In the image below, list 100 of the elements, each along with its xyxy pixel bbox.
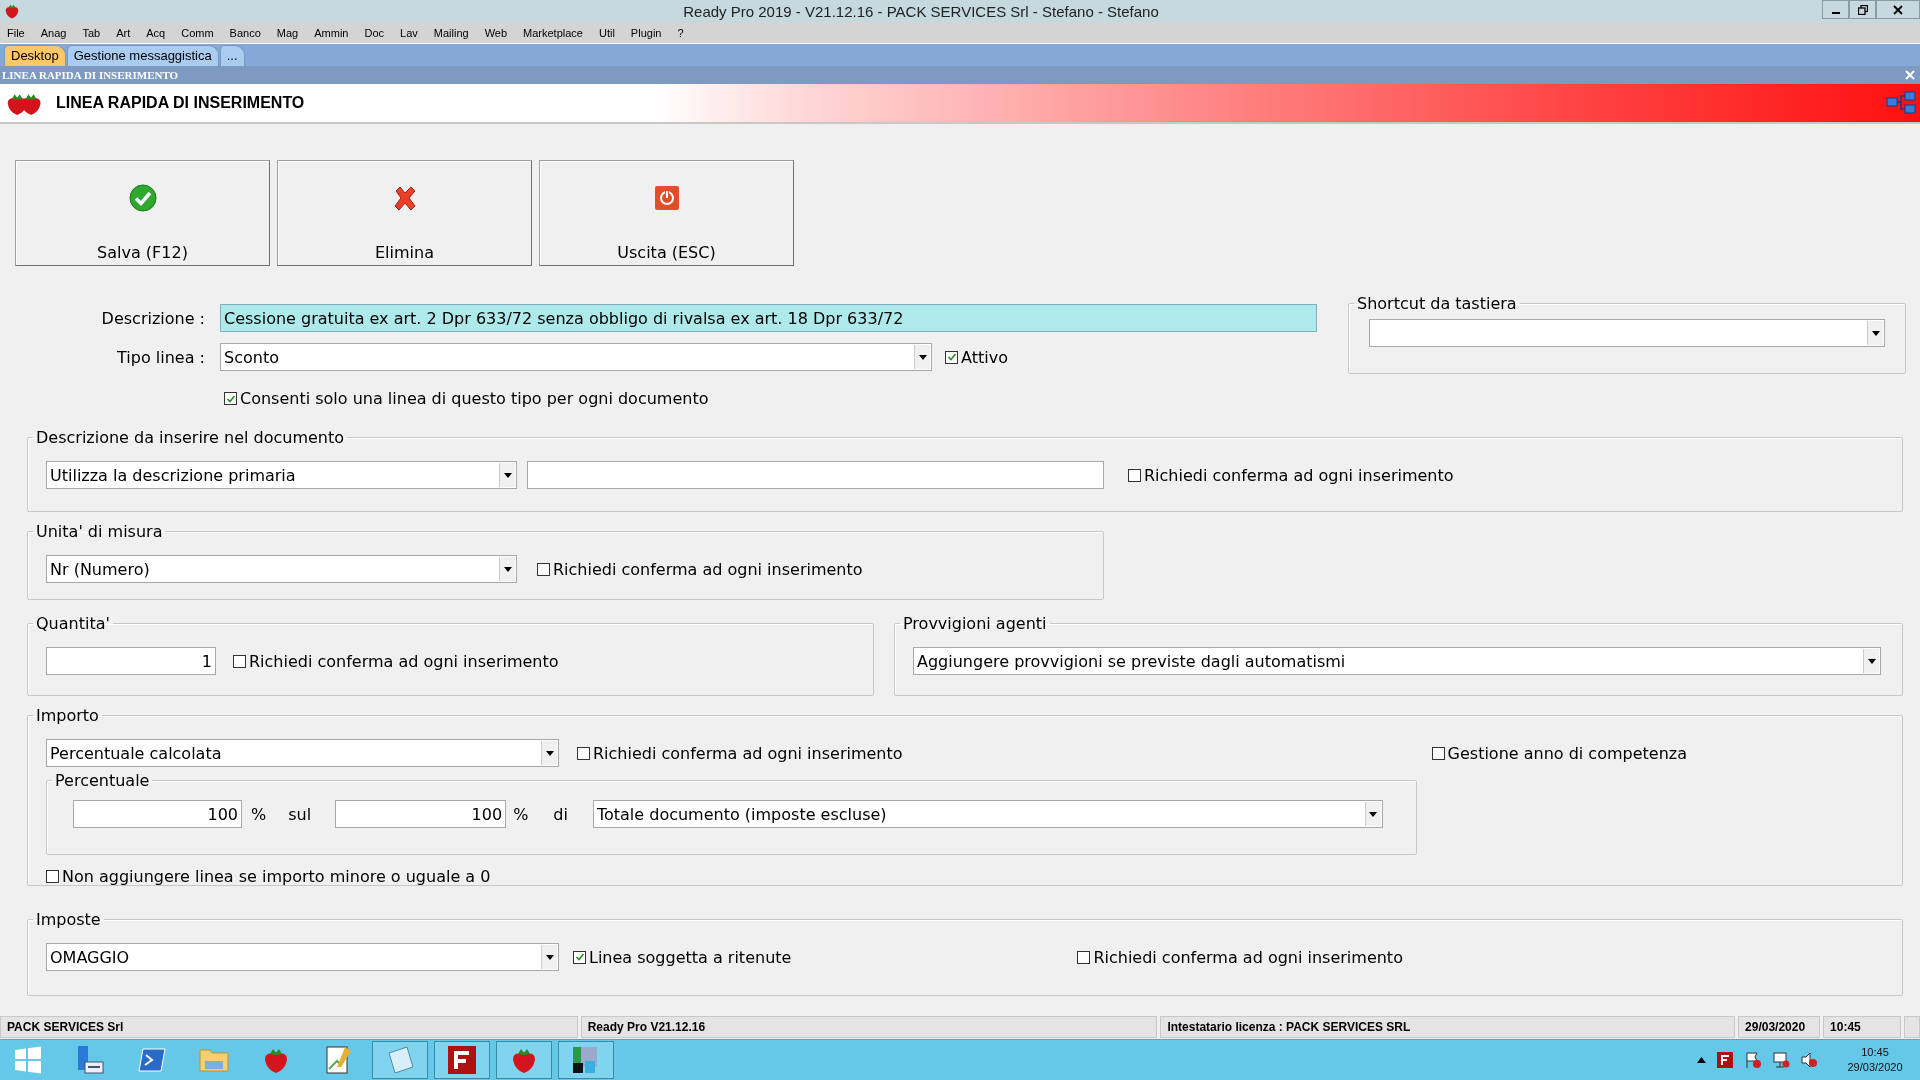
- dropdown[interactable]: Percentuale calcolata: [46, 739, 559, 767]
- menu-item[interactable]: Banco: [221, 26, 269, 39]
- menu-item[interactable]: Marketplace: [515, 26, 591, 39]
- clock-date: 29/03/2020: [1847, 1060, 1903, 1075]
- tab[interactable]: Gestione messaggistica: [66, 45, 219, 66]
- group-title: Unita' di misura: [35, 522, 164, 541]
- menu-item[interactable]: Comm: [173, 26, 222, 39]
- dropdown[interactable]: Totale documento (imposte escluse): [592, 800, 1383, 828]
- checkbox[interactable]: [537, 562, 550, 576]
- menu-item[interactable]: Web: [476, 26, 516, 39]
- menu-item[interactable]: Acq: [138, 26, 174, 39]
- group-title: Quantita': [35, 614, 111, 633]
- menu-item[interactable]: Doc: [356, 26, 392, 39]
- checkbox-label: Consenti solo una linea di questo tipo per ogni documento: [240, 389, 709, 408]
- header-title: LINEA RAPIDA DI INSERIMENTO: [56, 94, 306, 112]
- tab[interactable]: ...: [219, 45, 245, 66]
- percent-sign: %: [251, 804, 267, 824]
- status-text: PACK SERVICES Srl: [0, 1016, 578, 1038]
- checkbox-label: Linea soggetta a ritenute: [589, 947, 792, 967]
- field-label: Tipo linea :: [116, 347, 206, 367]
- dropdown[interactable]: Sconto: [220, 343, 932, 371]
- status-text: Intestatario licenza : PACK SERVICES SRL: [1160, 1016, 1736, 1038]
- group-title: Descrizione da inserire nel documento: [35, 428, 346, 447]
- menu-item[interactable]: Anag: [32, 26, 75, 39]
- window-title: Ready Pro 2019 - V21.12.16 - PACK SERVICES Srl - Stefano - Stefano: [682, 2, 1160, 20]
- field-label: sul: [288, 804, 312, 824]
- minimize-button[interactable]: [1822, 0, 1849, 19]
- checkbox[interactable]: [573, 950, 586, 964]
- menu-item[interactable]: Mag: [268, 26, 307, 39]
- checkbox[interactable]: [224, 392, 237, 405]
- field-label: di: [553, 804, 568, 824]
- text-field[interactable]: Cessione gratuita ex art. 2 Dpr 633/72 senza obbligo di rivalsa ex art. 18 Dpr 633/72: [220, 304, 1317, 332]
- dropdown[interactable]: Utilizza la descrizione primaria: [46, 461, 517, 489]
- checkbox-label: Richiedi conferma ad ogni inserimento: [1144, 465, 1454, 485]
- checkbox-label: Gestione anno di competenza: [1447, 743, 1687, 763]
- menu-item[interactable]: Mailing: [425, 26, 477, 39]
- percent-sign: %: [513, 804, 529, 824]
- status-text: 29/03/2020: [1738, 1016, 1821, 1038]
- ftp-client-icon[interactable]: [1716, 1051, 1734, 1069]
- text-field[interactable]: [527, 461, 1104, 489]
- strawberry-icon: [4, 3, 20, 19]
- caret-icon: [1867, 658, 1876, 664]
- group-title: Provvigioni agenti: [902, 614, 1048, 633]
- group-title: Importo: [35, 706, 100, 725]
- checkbox[interactable]: [1431, 746, 1445, 760]
- speaker-icon[interactable]: [1800, 1051, 1818, 1069]
- dropdown[interactable]: Aggiungere provvigioni se previste dagli automatismi: [913, 647, 1881, 675]
- tree-diagram-icon: [1886, 91, 1916, 115]
- checkbox-label: Attivo: [961, 347, 1008, 367]
- caret-icon: [545, 954, 554, 960]
- toolbar-button[interactable]: Elimina: [277, 160, 532, 266]
- menu-item[interactable]: Util: [590, 26, 623, 39]
- minimize-icon: [1831, 11, 1840, 14]
- caret-icon: [918, 354, 927, 360]
- up-arrow-icon[interactable]: [1697, 1057, 1706, 1063]
- caret-icon: [503, 472, 512, 478]
- checkbox[interactable]: [1128, 468, 1141, 482]
- checkbox-label: Richiedi conferma ad ogni inserimento: [249, 651, 559, 671]
- checkbox[interactable]: [577, 746, 590, 760]
- close-icon: [1893, 4, 1903, 15]
- menu-item[interactable]: Lav: [392, 26, 426, 39]
- restore-button[interactable]: [1849, 0, 1876, 19]
- text-field[interactable]: 100: [73, 800, 242, 828]
- caret-icon: [1871, 330, 1880, 336]
- checkbox[interactable]: [1077, 950, 1091, 964]
- restore-icon: [1857, 4, 1868, 15]
- checkbox[interactable]: [46, 870, 59, 883]
- checkbox-label: Richiedi conferma ad ogni inserimento: [1093, 947, 1403, 967]
- menu-item[interactable]: Tab: [74, 26, 109, 39]
- dropdown[interactable]: Nr (Numero): [46, 555, 517, 583]
- close-icon[interactable]: [1904, 69, 1916, 81]
- check-icon: [127, 183, 158, 213]
- text-field[interactable]: 100: [335, 800, 507, 828]
- ftp-client-icon[interactable]: [445, 1043, 479, 1077]
- caret-icon: [545, 750, 554, 756]
- checkbox-label: Richiedi conferma ad ogni inserimento: [553, 559, 863, 579]
- checkbox[interactable]: [233, 654, 246, 668]
- text-field[interactable]: 1: [46, 647, 216, 675]
- checkbox[interactable]: [945, 350, 958, 364]
- menu-item[interactable]: Plugin: [622, 26, 670, 39]
- network-icon[interactable]: [1772, 1051, 1790, 1069]
- group-title: Percentuale: [54, 771, 151, 790]
- menu-item[interactable]: Ammin: [306, 26, 357, 39]
- menu-item[interactable]: Art: [108, 26, 139, 39]
- panel-title: LINEA RAPIDA DI INSERIMENTO: [1, 69, 179, 81]
- flag-icon[interactable]: [1744, 1051, 1762, 1069]
- dropdown[interactable]: OMAGGIO: [46, 943, 559, 971]
- checkbox-label: Richiedi conferma ad ogni inserimento: [593, 743, 903, 763]
- toolbar-button[interactable]: Uscita (ESC): [539, 160, 794, 266]
- group-title: Shortcut da tastiera: [1356, 294, 1518, 313]
- menu-item[interactable]: File: [0, 26, 33, 39]
- close-button[interactable]: [1876, 0, 1920, 19]
- menu-item[interactable]: ?: [669, 26, 692, 39]
- clock-time: 10:45: [1861, 1045, 1889, 1060]
- field-label: Descrizione :: [100, 308, 206, 328]
- caret-icon: [503, 566, 512, 572]
- status-text: Ready Pro V21.12.16: [580, 1016, 1158, 1038]
- group-title: Imposte: [35, 910, 102, 929]
- tab[interactable]: Desktop: [4, 45, 66, 66]
- toolbar-button[interactable]: Salva (F12): [15, 160, 270, 266]
